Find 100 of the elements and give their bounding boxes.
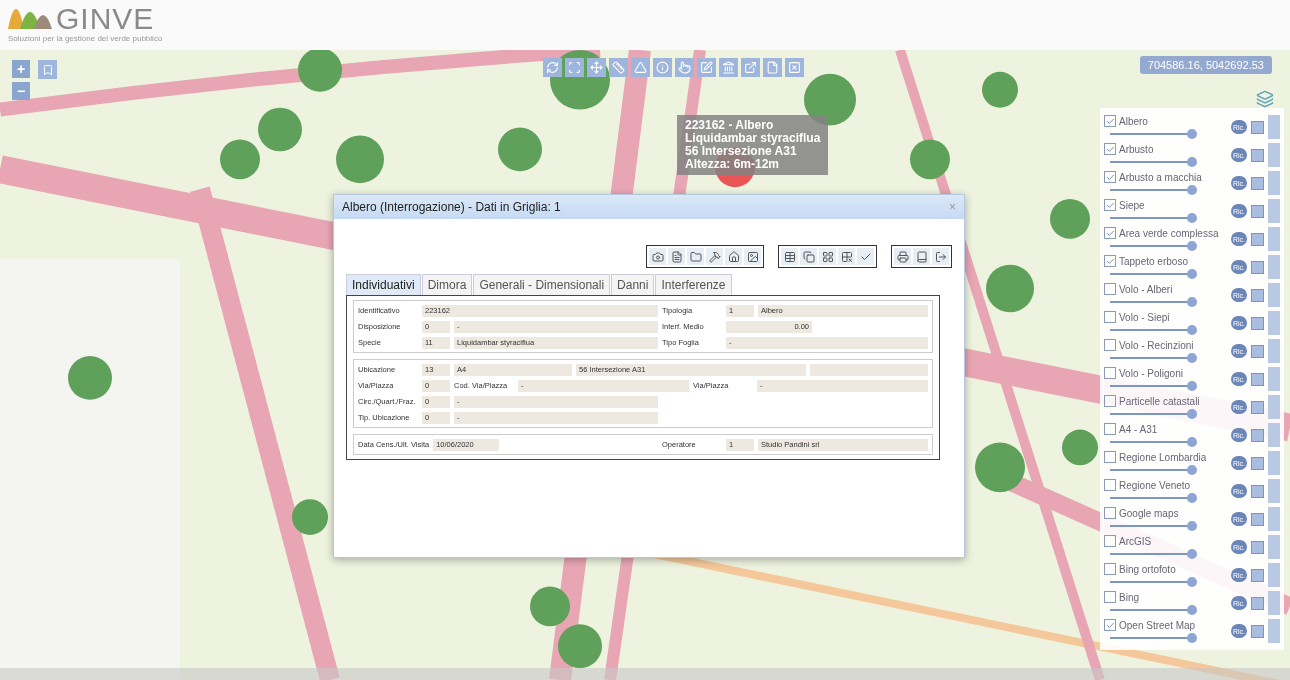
checkbox[interactable] — [1104, 199, 1116, 211]
legend-button[interactable] — [1251, 428, 1264, 442]
pointer-button[interactable] — [675, 58, 694, 77]
checkbox[interactable] — [1104, 283, 1116, 295]
layer-toggle[interactable]: Volo - Siepi — [1104, 311, 1227, 323]
document-button[interactable] — [668, 248, 685, 265]
house-button[interactable] — [725, 248, 742, 265]
checkbox[interactable] — [1104, 255, 1116, 267]
grid-button[interactable] — [819, 248, 836, 265]
slider-thumb[interactable] — [1186, 577, 1197, 587]
layer-toggle[interactable]: Volo - Recinzioni — [1104, 339, 1227, 351]
checkbox[interactable] — [1104, 619, 1116, 631]
ruler-button[interactable] — [609, 58, 628, 77]
checkbox[interactable] — [1104, 423, 1116, 435]
tab[interactable]: Generali - Dimensionali — [473, 274, 611, 295]
table-button[interactable] — [781, 248, 798, 265]
tab[interactable]: Dimora — [421, 274, 473, 295]
legend-button[interactable] — [1251, 176, 1264, 190]
building-button[interactable] — [719, 58, 738, 77]
book-button[interactable] — [913, 248, 930, 265]
slider-thumb[interactable] — [1186, 409, 1197, 419]
legend-button[interactable] — [1251, 596, 1264, 610]
slider-thumb[interactable] — [1186, 129, 1197, 139]
slider-thumb[interactable] — [1186, 325, 1197, 335]
legend-button[interactable] — [1251, 260, 1264, 274]
checkbox[interactable] — [1104, 507, 1116, 519]
checkbox[interactable] — [1104, 143, 1116, 155]
legend-button[interactable] — [1251, 372, 1264, 386]
slider-thumb[interactable] — [1186, 157, 1197, 167]
image-button[interactable] — [744, 248, 761, 265]
legend-button[interactable] — [1251, 120, 1264, 134]
layer-toggle[interactable]: Open Street Map — [1104, 619, 1227, 631]
layer-toggle[interactable]: Google maps — [1104, 507, 1227, 519]
legend-button[interactable] — [1251, 288, 1264, 302]
legend-button[interactable] — [1251, 344, 1264, 358]
legend-button[interactable] — [1251, 624, 1264, 638]
checkbox[interactable] — [1104, 171, 1116, 183]
layer-toggle[interactable]: Siepe — [1104, 199, 1227, 211]
legend-button[interactable] — [1251, 484, 1264, 498]
layer-toggle[interactable]: ArcGIS — [1104, 535, 1227, 547]
checkbox[interactable] — [1104, 339, 1116, 351]
slider-thumb[interactable] — [1186, 521, 1197, 531]
refresh-button[interactable] — [543, 58, 562, 77]
slider-thumb[interactable] — [1186, 185, 1197, 195]
layer-toggle[interactable]: Area verde complessa — [1104, 227, 1227, 239]
checkbox[interactable] — [1104, 367, 1116, 379]
legend-button[interactable] — [1251, 456, 1264, 470]
check-button[interactable] — [857, 248, 874, 265]
tab[interactable]: Danni — [611, 274, 655, 295]
layer-toggle[interactable]: Albero — [1104, 115, 1227, 127]
copy-button[interactable] — [800, 248, 817, 265]
slider-thumb[interactable] — [1186, 241, 1197, 251]
slider-thumb[interactable] — [1186, 633, 1197, 643]
legend-button[interactable] — [1251, 316, 1264, 330]
checkbox[interactable] — [1104, 227, 1116, 239]
layer-toggle[interactable]: Particelle catastali — [1104, 395, 1227, 407]
slider-thumb[interactable] — [1186, 493, 1197, 503]
move-button[interactable] — [587, 58, 606, 77]
checkbox[interactable] — [1104, 115, 1116, 127]
slider-thumb[interactable] — [1186, 605, 1197, 615]
checkbox[interactable] — [1104, 563, 1116, 575]
edit-button[interactable] — [697, 58, 716, 77]
checkbox[interactable] — [1104, 479, 1116, 491]
layer-toggle[interactable]: Tappeto erboso — [1104, 255, 1227, 267]
layer-toggle[interactable]: Volo - Poligoni — [1104, 367, 1227, 379]
legend-button[interactable] — [1251, 232, 1264, 246]
legend-button[interactable] — [1251, 540, 1264, 554]
printer-button[interactable] — [894, 248, 911, 265]
checkbox[interactable] — [1104, 311, 1116, 323]
fullscreen-button[interactable] — [565, 58, 584, 77]
slider-thumb[interactable] — [1186, 437, 1197, 447]
layer-toggle[interactable]: Bing ortofoto — [1104, 563, 1227, 575]
file-button[interactable] — [763, 58, 782, 77]
layer-toggle[interactable]: Bing — [1104, 591, 1227, 603]
triangle-button[interactable] — [631, 58, 650, 77]
layer-toggle[interactable]: Regione Lombardia — [1104, 451, 1227, 463]
layer-toggle[interactable]: Volo - Alberi — [1104, 283, 1227, 295]
layer-toggle[interactable]: Arbusto a macchia — [1104, 171, 1227, 183]
slider-thumb[interactable] — [1186, 213, 1197, 223]
slider-thumb[interactable] — [1186, 381, 1197, 391]
legend-button[interactable] — [1251, 568, 1264, 582]
legend-button[interactable] — [1251, 512, 1264, 526]
layers-icon[interactable] — [1256, 90, 1274, 108]
close-square-button[interactable] — [785, 58, 804, 77]
legend-button[interactable] — [1251, 400, 1264, 414]
info-button[interactable] — [653, 58, 672, 77]
checkbox[interactable] — [1104, 395, 1116, 407]
exit-button[interactable] — [932, 248, 949, 265]
camera-button[interactable] — [649, 248, 666, 265]
checkbox[interactable] — [1104, 591, 1116, 603]
external-link-button[interactable] — [741, 58, 760, 77]
layer-toggle[interactable]: Regione Veneto — [1104, 479, 1227, 491]
slider-thumb[interactable] — [1186, 549, 1197, 559]
slider-thumb[interactable] — [1186, 465, 1197, 475]
folder-button[interactable] — [687, 248, 704, 265]
grid-x-button[interactable] — [838, 248, 855, 265]
checkbox[interactable] — [1104, 535, 1116, 547]
layer-toggle[interactable]: Arbusto — [1104, 143, 1227, 155]
tab[interactable]: Interferenze — [655, 274, 732, 295]
layer-toggle[interactable]: A4 - A31 — [1104, 423, 1227, 435]
